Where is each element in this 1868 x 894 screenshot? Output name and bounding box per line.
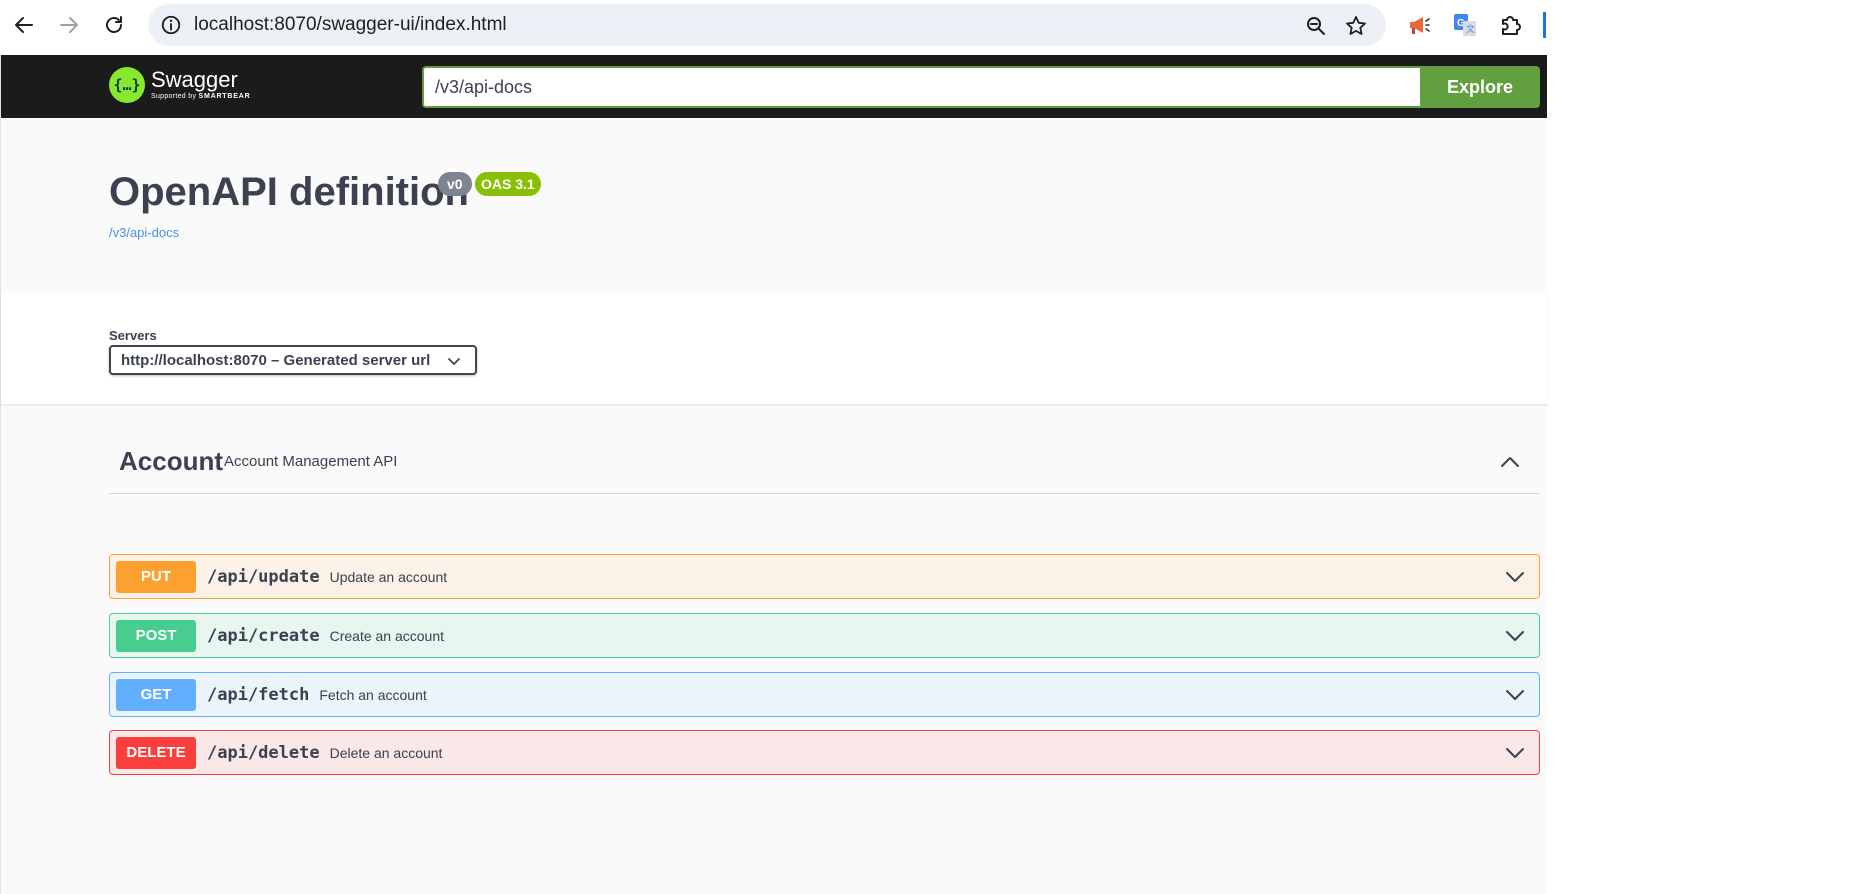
chevron-down-icon[interactable]	[1503, 741, 1527, 765]
zoom-icon[interactable]	[1304, 14, 1328, 38]
chevron-up-icon[interactable]	[1498, 450, 1522, 474]
svg-text:文: 文	[1466, 23, 1475, 34]
servers-label: Servers	[109, 328, 157, 343]
megaphone-icon[interactable]	[1406, 12, 1432, 38]
sidebar-edge	[1543, 12, 1546, 38]
method-badge: PUT	[116, 560, 196, 593]
page-title: OpenAPI definition	[109, 170, 469, 214]
arrow-left-icon	[15, 17, 33, 33]
swagger-logo-name: Swagger	[151, 67, 238, 92]
chevron-down-icon[interactable]	[1503, 565, 1527, 589]
explore-button[interactable]: Explore	[1420, 66, 1540, 108]
info-icon[interactable]	[160, 14, 182, 36]
operation-put-update[interactable]: PUT /api/update Update an account	[109, 554, 1540, 599]
swagger-topbar: {…} Swagger Supported by SMARTBEAR Explo…	[1, 55, 1547, 118]
puzzle-icon[interactable]	[1498, 12, 1524, 38]
swagger-logo[interactable]: {…} Swagger Supported by SMARTBEAR	[109, 67, 250, 103]
operation-summary: Fetch an account	[319, 686, 427, 703]
address-bar[interactable]: localhost:8070/swagger-ui/index.html	[148, 4, 1386, 46]
method-badge: DELETE	[116, 736, 196, 769]
tag-header-account[interactable]: Account Account Management API	[109, 436, 1540, 494]
operation-path: /api/delete	[207, 742, 320, 763]
spec-link[interactable]: /v3/api-docs	[109, 225, 179, 240]
operation-path: /api/fetch	[207, 684, 310, 705]
info-section: OpenAPI definition v0 OAS 3.1 /v3/api-do…	[1, 118, 1547, 293]
reload-icon	[106, 16, 122, 33]
swagger-logo-icon: {…}	[109, 67, 145, 103]
browser-toolbar: localhost:8070/swagger-ui/index.html G文	[0, 0, 1868, 55]
logo-sub-brand: SMARTBEAR	[198, 93, 251, 100]
servers-selected-value: http://localhost:8070 – Generated server…	[121, 351, 431, 369]
version-badge: v0	[438, 172, 472, 196]
star-icon[interactable]	[1344, 14, 1368, 38]
operation-get-fetch[interactable]: GET /api/fetch Fetch an account	[109, 672, 1540, 717]
reload-button[interactable]	[99, 10, 129, 40]
chevron-down-icon[interactable]	[1503, 683, 1527, 707]
logo-sub-prefix: Supported by	[151, 93, 197, 100]
operation-summary: Update an account	[329, 568, 448, 585]
servers-section: Servers http://localhost:8070 – Generate…	[1, 293, 1547, 405]
tag-name: Account	[119, 446, 223, 476]
spec-url-input[interactable]	[422, 66, 1420, 108]
operation-summary: Delete an account	[329, 744, 443, 761]
forward-button[interactable]	[54, 10, 84, 40]
method-badge: POST	[116, 619, 196, 652]
tag-description: Account Management API	[224, 453, 398, 470]
servers-select[interactable]: http://localhost:8070 – Generated server…	[109, 345, 477, 375]
method-badge: GET	[116, 678, 196, 711]
url-text[interactable]: localhost:8070/swagger-ui/index.html	[194, 14, 507, 36]
translate-icon[interactable]: G文	[1452, 12, 1478, 38]
operation-delete-delete[interactable]: DELETE /api/delete Delete an account	[109, 730, 1540, 775]
operation-summary: Create an account	[329, 627, 444, 644]
chevron-down-icon	[448, 358, 460, 365]
page-viewport: {…} Swagger Supported by SMARTBEAR Explo…	[0, 55, 1547, 894]
chevron-down-icon[interactable]	[1503, 624, 1527, 648]
operation-path: /api/create	[207, 625, 320, 646]
operation-post-create[interactable]: POST /api/create Create an account	[109, 613, 1540, 658]
swagger-logo-subtitle: Supported by SMARTBEAR	[151, 92, 250, 102]
back-button[interactable]	[9, 10, 39, 40]
explore-form: Explore	[422, 66, 1540, 108]
oas-badge: OAS 3.1	[475, 172, 541, 196]
operation-path: /api/update	[207, 566, 320, 587]
operations-area: Account Account Management API PUT /api/…	[1, 406, 1547, 894]
arrow-right-icon	[60, 17, 78, 33]
